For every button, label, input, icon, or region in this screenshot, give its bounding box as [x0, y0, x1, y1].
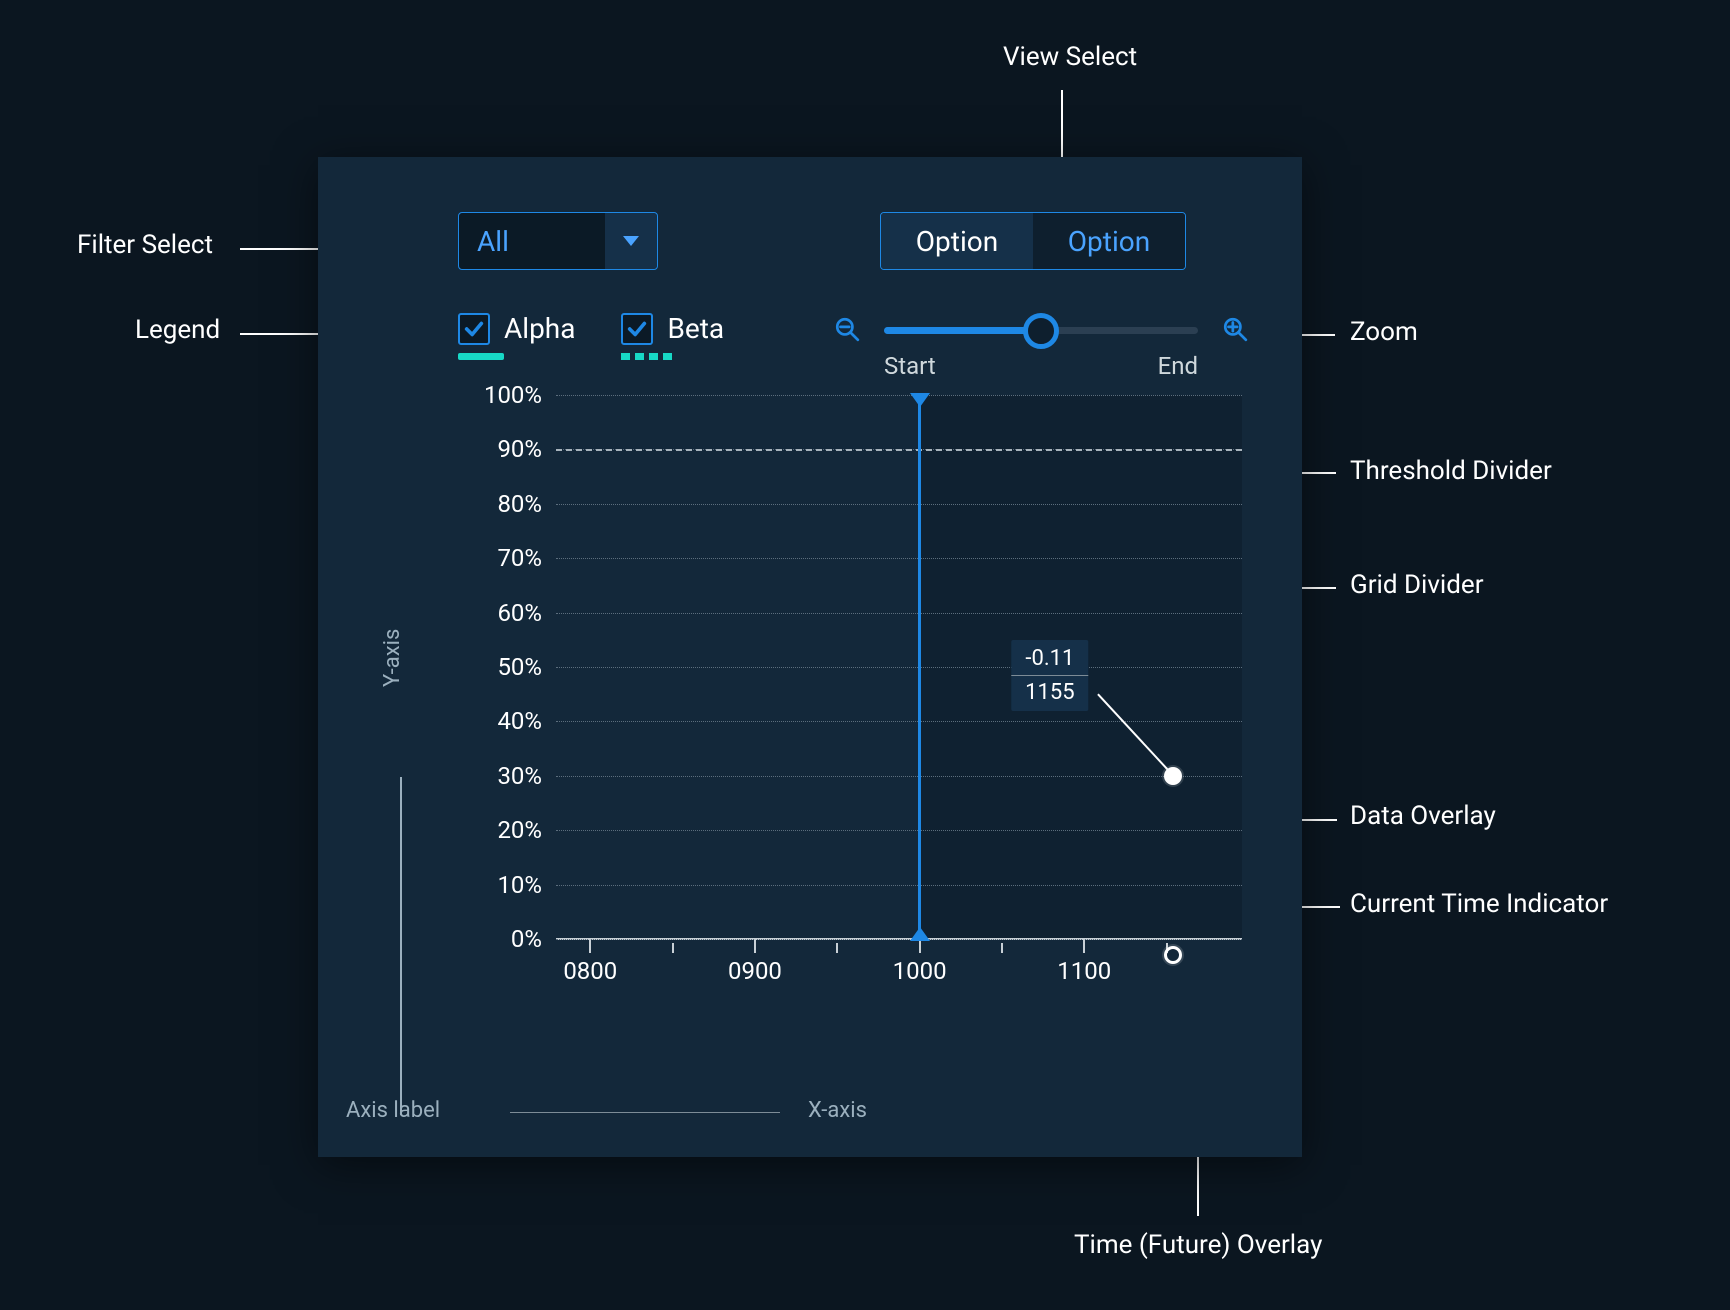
check-icon	[463, 318, 485, 340]
y-tick-label: 50%	[442, 653, 542, 681]
zoom-in-icon[interactable]	[1222, 316, 1248, 342]
gridline	[556, 613, 1242, 614]
y-tick-label: 80%	[442, 490, 542, 518]
x-tick-label: 1100	[1057, 957, 1111, 985]
legend-label-alpha: Alpha	[504, 312, 575, 345]
slider-start-label: Start	[884, 352, 936, 380]
gridline	[556, 721, 1242, 722]
y-axis-title: Y-axis	[380, 629, 405, 687]
slider-fill	[884, 327, 1041, 334]
x-tick-label: 0900	[728, 957, 782, 985]
zoom-controls: Start End	[834, 312, 1248, 382]
plot-bg: 100%90%80%70%60%50%40%30%20%10%0%0800090…	[556, 395, 1242, 939]
zoom-out-icon[interactable]	[834, 316, 860, 342]
filter-select-value: All	[459, 213, 605, 269]
view-option-b[interactable]: Option	[1033, 213, 1185, 269]
chart-area: 100%90%80%70%60%50%40%30%20%10%0%0800090…	[414, 385, 1252, 967]
filter-select[interactable]: All	[458, 212, 658, 270]
y-tick-label: 10%	[442, 871, 542, 899]
callout-grid: Grid Divider	[1350, 570, 1484, 600]
axis-small-line	[510, 1112, 780, 1114]
slider-thumb[interactable]	[1023, 313, 1059, 349]
x-tick-minor	[836, 943, 838, 953]
zoom-slider[interactable]	[884, 327, 1198, 334]
x-tick-label: 0800	[563, 957, 617, 985]
checkbox-alpha[interactable]	[458, 313, 490, 345]
gridline	[556, 558, 1242, 559]
y-tick-label: 60%	[442, 599, 542, 627]
gridline	[556, 395, 1242, 396]
gridline	[556, 939, 1242, 940]
legend-label-beta: Beta	[667, 312, 724, 345]
future-marker	[1164, 946, 1182, 964]
tooltip-delta: -0.11	[1025, 646, 1074, 671]
gridline	[556, 776, 1242, 777]
chevron-down-icon	[623, 236, 639, 246]
chart-panel: All Option Option Alpha Beta	[318, 157, 1302, 1157]
callout-zoom: Zoom	[1350, 317, 1418, 347]
tooltip-x: 1155	[1025, 680, 1074, 705]
x-tick-label: 1000	[893, 957, 947, 985]
axis-label-caption: Axis label	[346, 1098, 440, 1123]
callout-future-overlay: Time (Future) Overlay	[1074, 1230, 1322, 1260]
gridline	[556, 830, 1242, 831]
callout-legend: Legend	[135, 315, 220, 345]
gridline	[556, 885, 1242, 886]
current-time-arrow-top	[910, 393, 930, 407]
slider-end-label: End	[1158, 352, 1198, 380]
y-tick-label: 100%	[442, 381, 542, 409]
gridline	[556, 667, 1242, 668]
current-time-arrow-bottom	[910, 927, 930, 941]
legend-item-alpha: Alpha	[458, 312, 575, 360]
legend-swatch-solid	[458, 353, 504, 360]
check-icon	[626, 318, 648, 340]
legend: Alpha Beta	[458, 312, 724, 360]
y-tick-label: 30%	[442, 762, 542, 790]
plot-area: 100%90%80%70%60%50%40%30%20%10%0%0800090…	[556, 395, 1242, 939]
x-tick-minor	[672, 943, 674, 953]
gridline	[556, 504, 1242, 505]
callout-data-overlay: Data Overlay	[1350, 801, 1496, 831]
data-tooltip: -0.11 1155	[1011, 640, 1088, 711]
legend-item-beta: Beta	[621, 312, 724, 360]
x-tick-mark	[754, 939, 756, 953]
filter-caret-button[interactable]	[605, 213, 657, 269]
current-time-line	[918, 395, 921, 939]
x-tick-mark	[919, 939, 921, 953]
view-option-a[interactable]: Option	[881, 213, 1033, 269]
y-tick-label: 20%	[442, 816, 542, 844]
callout-view-select: View Select	[1003, 42, 1137, 72]
x-tick-minor	[1001, 943, 1003, 953]
legend-swatch-dashed	[621, 353, 673, 360]
checkbox-beta[interactable]	[621, 313, 653, 345]
x-tick-mark	[1083, 939, 1085, 953]
threshold-line	[556, 449, 1242, 451]
y-tick-label: 70%	[442, 544, 542, 572]
y-tick-label: 90%	[442, 435, 542, 463]
y-tick-label: 40%	[442, 707, 542, 735]
callout-current-time: Current Time Indicator	[1350, 889, 1608, 919]
callout-filter-select: Filter Select	[77, 230, 213, 260]
x-tick-mark	[589, 939, 591, 953]
view-select: Option Option	[880, 212, 1186, 270]
y-tick-label: 0%	[442, 925, 542, 953]
axis-guide-line	[400, 777, 402, 1115]
data-point[interactable]	[1164, 767, 1182, 785]
callout-threshold: Threshold Divider	[1350, 456, 1552, 486]
x-axis-title: X-axis	[808, 1098, 867, 1123]
